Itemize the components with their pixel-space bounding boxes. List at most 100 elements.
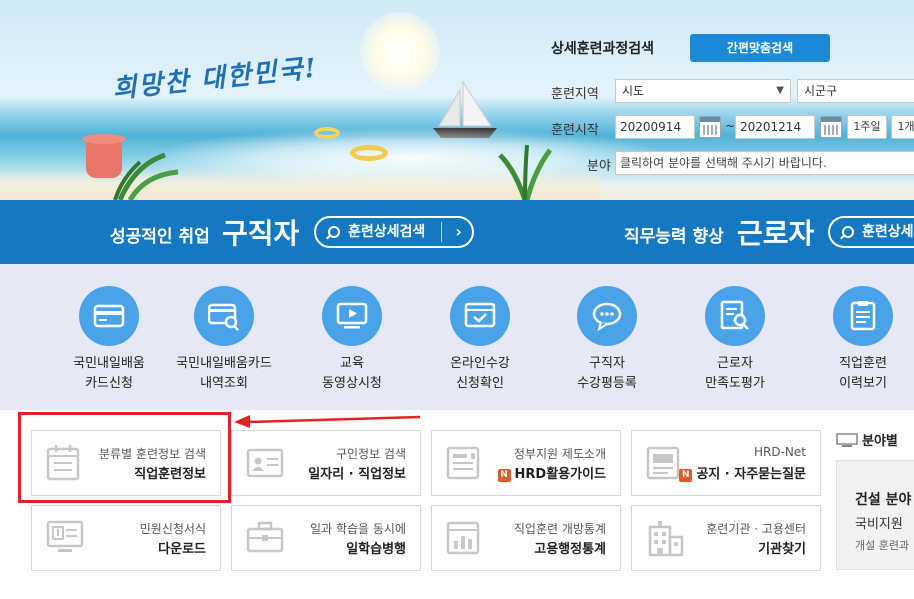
video-monitor-icon xyxy=(322,286,382,346)
detail-search-panel: 상세훈련과정검색 간편맞춤검색 훈련지역 시도 ▼ 시군구 훈련시작 20200… xyxy=(535,24,914,184)
hero-banner: 희망찬 대한민국! 상세훈련과정검색 간편맞춤검색 훈련지역 시도 ▼ 시군구 … xyxy=(0,0,914,200)
hero-slogan: 희망찬 대한민국! xyxy=(111,53,320,105)
quick-menu-label: 국민내일배움카드 xyxy=(176,356,272,371)
side-card-desc: 개설 훈련과 xyxy=(855,539,910,552)
target-banner: 성공적인 취업 구직자 훈련상세검색 › 직무능력 향상 근로자 훈련상세 xyxy=(0,200,914,264)
tile-subtitle: HRD-Net xyxy=(754,445,806,459)
new-badge: N xyxy=(497,469,511,482)
quick-menu-label: 직업훈련 xyxy=(839,356,887,371)
tile-subtitle: 직업훈련 개방통계 xyxy=(513,522,606,536)
quick-menu-label: 신청확인 xyxy=(456,376,504,391)
tile-subtitle: 훈련기관 · 고용센터 xyxy=(706,522,806,536)
quick-menu-card-history[interactable]: 국민내일배움카드내역조회 xyxy=(159,286,289,394)
side-card-subtitle: 국비지원 xyxy=(855,517,903,532)
side-card-title: 건설 분야 xyxy=(855,492,912,508)
side-field-card[interactable]: 건설 분야 국비지원 개설 훈련과 xyxy=(836,460,914,570)
district-select-value: 시군구 xyxy=(804,84,838,98)
tile-notice-faq[interactable]: HRD-Net N 공지 · 자주묻는질문 xyxy=(631,430,821,496)
worker-training-search-button[interactable]: 훈련상세 xyxy=(828,216,914,248)
start-date-to-input[interactable]: 20201214 xyxy=(735,115,815,139)
quick-search-button[interactable]: 간편맞춤검색 xyxy=(690,34,830,62)
quick-menu-label: 이력보기 xyxy=(839,376,887,391)
tile-subtitle: 민원신청서식 xyxy=(139,522,206,536)
tile-subtitle: 일과 학습을 동시에 xyxy=(310,522,406,536)
clipboard-list-icon xyxy=(833,286,893,346)
worker-title: 근로자 xyxy=(737,217,815,250)
tile-work-learning[interactable]: 일과 학습을 동시에 일학습병행 xyxy=(231,505,421,571)
start-date-from-input[interactable]: 20200914 xyxy=(615,115,695,139)
quick-menu-label: 카드신청 xyxy=(85,376,133,391)
quick-menu-label: 교육 xyxy=(340,356,364,371)
search-icon xyxy=(842,226,854,238)
id-card-icon xyxy=(246,448,284,478)
field-label: 분야 xyxy=(587,159,611,174)
jobseeker-training-search-button[interactable]: 훈련상세검색 › xyxy=(314,216,474,248)
tile-title: 공지 · 자주묻는질문 xyxy=(696,467,806,482)
tile-statistics[interactable]: 직업훈련 개방통계 고용행정통계 xyxy=(431,505,621,571)
quick-menu-label: 만족도평가 xyxy=(705,376,765,391)
jobseeker-subtitle: 성공적인 취업 xyxy=(110,227,210,247)
quick-menu-label: 구직자 xyxy=(589,356,625,371)
quick-menu-label: 근로자 xyxy=(717,356,753,371)
detail-search-title: 상세훈련과정검색 xyxy=(551,41,655,57)
tile-title: 고용행정통계 xyxy=(534,542,606,557)
region-select-value: 시도 xyxy=(622,84,645,98)
card-icon xyxy=(79,286,139,346)
quick-menu-online-check[interactable]: 온라인수강 신청확인 xyxy=(415,286,545,394)
speech-bubble-icon xyxy=(577,286,637,346)
swim-ring-icon xyxy=(314,127,340,139)
sun-illustration xyxy=(360,12,440,92)
quick-menu: 국민내일배움카드신청 국민내일배움카드내역조회 교육 동영상시청 온라인수강 신청확… xyxy=(0,264,914,410)
tile-find-institution[interactable]: 훈련기관 · 고용센터 기관찾기 xyxy=(631,505,821,571)
online-check-icon xyxy=(450,286,510,346)
chevron-down-icon: ▼ xyxy=(776,85,784,96)
quick-menu-label: 국민내일배움 xyxy=(73,356,145,371)
card-search-icon xyxy=(194,286,254,346)
tile-title: 일자리 · 직업정보 xyxy=(308,467,406,482)
date-range-separator: ~ xyxy=(725,119,736,133)
region-label: 훈련지역 xyxy=(551,87,599,102)
calendar-icon[interactable] xyxy=(820,116,842,138)
region-select[interactable]: 시도 ▼ xyxy=(615,79,791,103)
download-monitor-icon xyxy=(46,520,84,552)
start-date-label: 훈련시작 xyxy=(551,123,599,138)
document-search-icon xyxy=(705,286,765,346)
jobseeker-title: 구직자 xyxy=(222,217,300,250)
tile-title: 다운로드 xyxy=(158,542,206,557)
calendar-icon[interactable] xyxy=(699,116,721,138)
period-1week-button[interactable]: 1주일 xyxy=(847,115,887,139)
palm-leaf-icon xyxy=(113,152,179,200)
swim-ring-icon xyxy=(350,145,388,161)
side-field-title: 분야별 xyxy=(836,430,898,449)
divider xyxy=(441,222,442,242)
tile-subtitle: 정부지원 제도소개 xyxy=(513,447,606,461)
search-icon xyxy=(328,226,340,238)
quick-menu-label: 내역조회 xyxy=(200,376,248,391)
quick-menu-review[interactable]: 구직자수강평등록 xyxy=(542,286,672,394)
quick-menu-satisfaction[interactable]: 근로자만족도평가 xyxy=(670,286,800,394)
new-badge: N xyxy=(679,469,693,482)
annotation-arrow-icon xyxy=(234,415,421,428)
district-select[interactable]: 시군구 xyxy=(797,79,914,103)
tile-hrd-guide[interactable]: 정부지원 제도소개 N HRD활용가이드 xyxy=(431,430,621,496)
highlight-box xyxy=(18,412,231,503)
building-icon xyxy=(648,521,684,557)
tile-job-info[interactable]: 구인정보 검색 일자리 · 직업정보 xyxy=(231,430,421,496)
guide-book-icon xyxy=(446,446,480,480)
tile-subtitle: 구인정보 검색 xyxy=(335,447,406,461)
monitor-icon xyxy=(836,433,858,447)
notice-board-icon xyxy=(646,446,680,480)
tile-form-download[interactable]: 민원신청서식 다운로드 xyxy=(31,505,221,571)
quick-menu-training-history[interactable]: 직업훈련이력보기 xyxy=(798,286,914,394)
worker-subtitle: 직무능력 향상 xyxy=(624,227,724,247)
period-1month-button[interactable]: 1개 xyxy=(891,115,914,139)
worker-button-label: 훈련상세 xyxy=(862,224,914,240)
quick-menu-label: 수강평등록 xyxy=(577,376,637,391)
statistics-chart-icon xyxy=(446,521,480,555)
tile-title: 기관찾기 xyxy=(758,542,806,557)
tile-title: 일학습병행 xyxy=(346,542,406,557)
field-select-input[interactable]: 클릭하여 분야를 선택해 주시기 바랍니다. xyxy=(615,151,914,175)
quick-menu-card-apply[interactable]: 국민내일배움카드신청 xyxy=(44,286,174,394)
briefcase-icon xyxy=(246,521,284,553)
quick-menu-video[interactable]: 교육 동영상시청 xyxy=(287,286,417,394)
